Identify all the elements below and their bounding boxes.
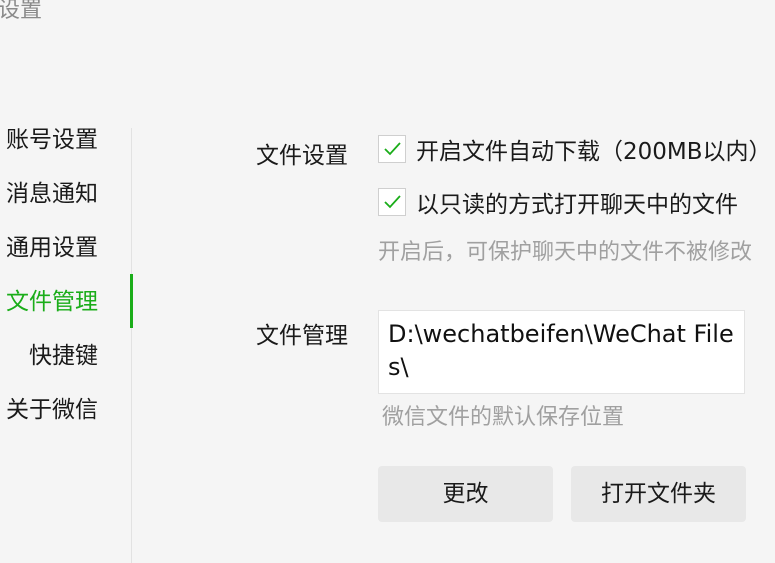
sidebar-item-file-management[interactable]: 文件管理: [0, 280, 98, 324]
checkmark-icon: [384, 142, 401, 156]
file-management-label: 文件管理: [256, 323, 348, 349]
window-title: 设置: [0, 0, 43, 23]
sidebar-divider: [131, 128, 132, 563]
sidebar-item-general-settings[interactable]: 通用设置: [0, 226, 98, 270]
auto-download-label: 开启文件自动下载（200MB以内）: [416, 139, 772, 165]
read-only-label: 以只读的方式打开聊天中的文件: [416, 192, 738, 218]
sidebar-item-account-settings[interactable]: 账号设置: [0, 118, 98, 162]
sidebar-item-shortcuts[interactable]: 快捷键: [0, 334, 98, 378]
open-folder-button[interactable]: 打开文件夹: [571, 466, 746, 522]
sidebar-item-about[interactable]: 关于微信: [0, 388, 98, 432]
settings-window: 设置 账号设置 消息通知 通用设置 文件管理 快捷键 关于微信 文件设置 开启文…: [0, 0, 775, 563]
read-only-checkbox[interactable]: [378, 188, 406, 216]
auto-download-checkbox[interactable]: [378, 135, 406, 163]
change-path-button[interactable]: 更改: [378, 466, 553, 522]
read-only-hint: 开启后，可保护聊天中的文件不被修改: [378, 240, 753, 265]
sidebar-item-notifications[interactable]: 消息通知: [0, 172, 98, 216]
storage-path-field[interactable]: D:\wechatbeifen\WeChat Files\: [378, 310, 745, 394]
checkmark-icon: [384, 195, 401, 209]
storage-path-hint: 微信文件的默认保存位置: [382, 405, 625, 430]
file-settings-label: 文件设置: [256, 143, 348, 169]
sidebar-active-indicator: [130, 274, 133, 328]
